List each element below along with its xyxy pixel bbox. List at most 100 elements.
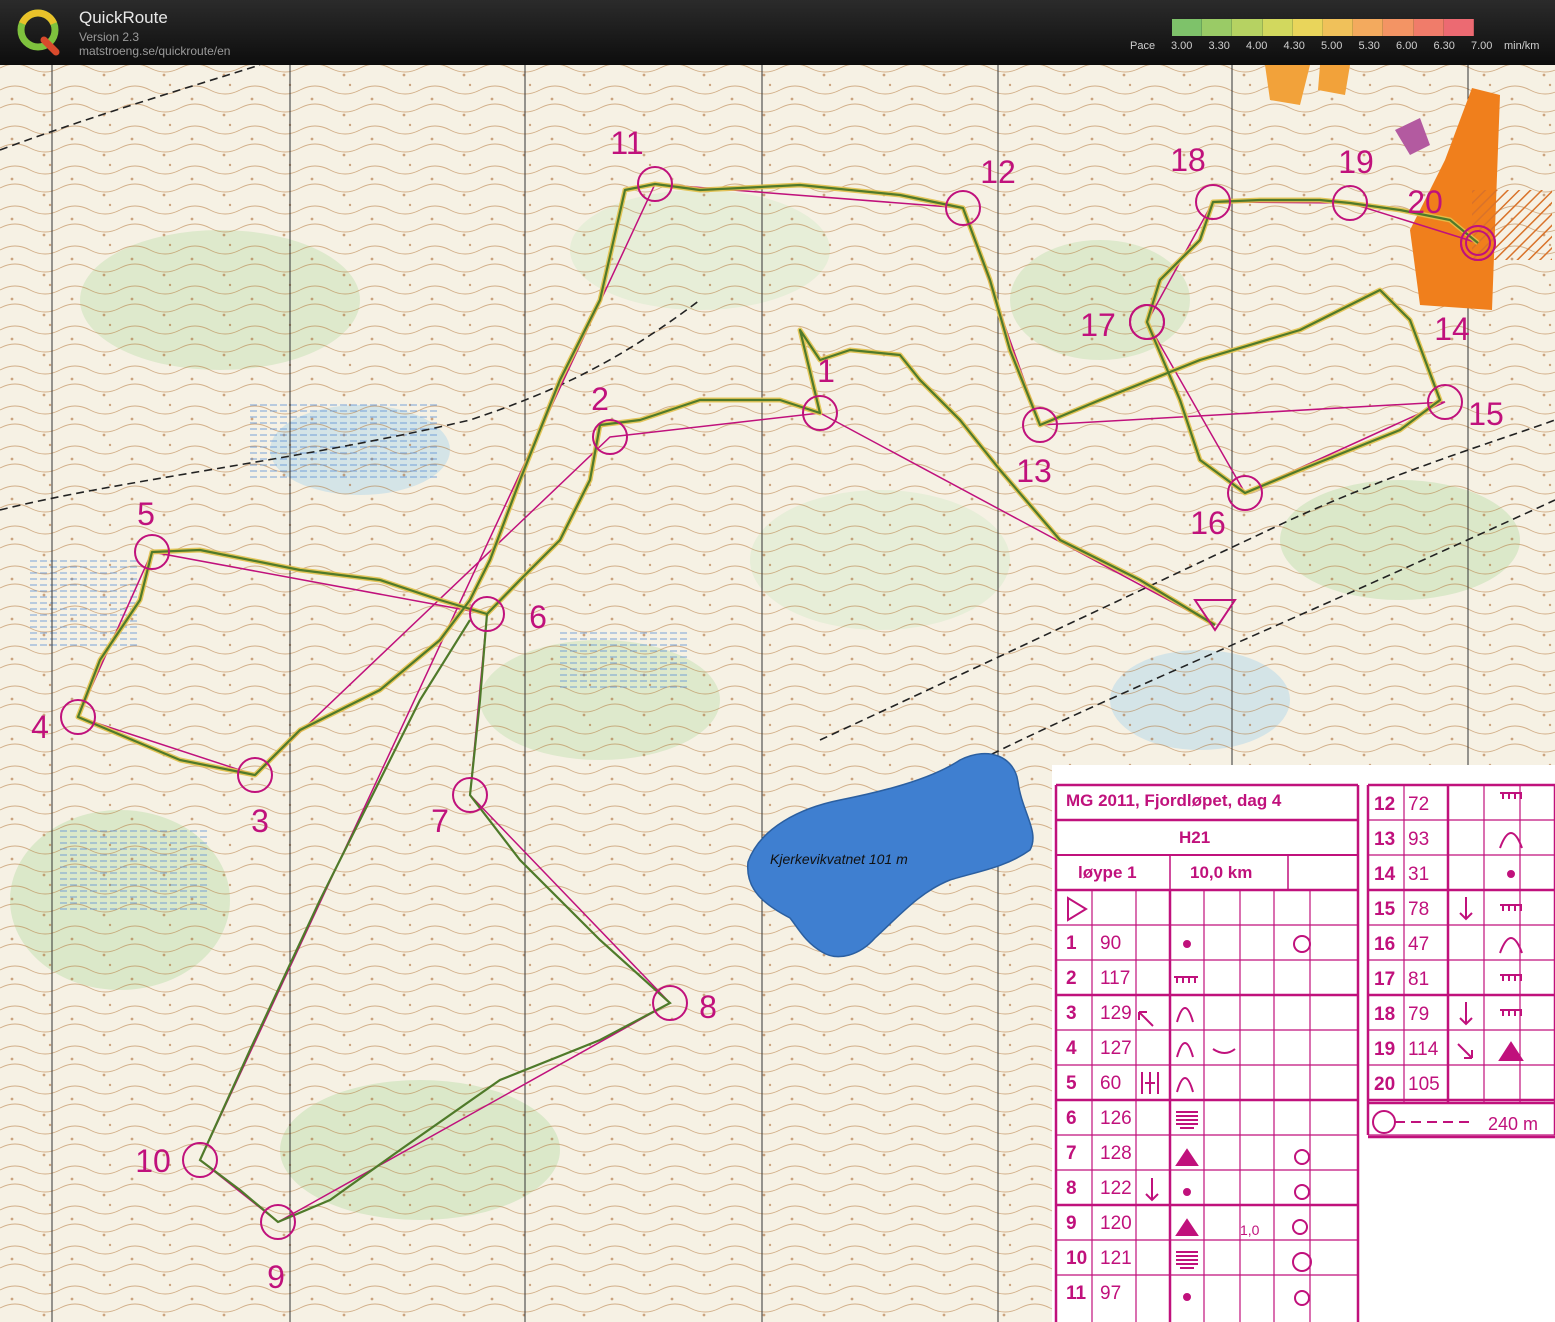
control-row-code: 97 <box>1100 1283 1121 1304</box>
control-row-number: 20 <box>1374 1074 1395 1095</box>
pace-color-swatch <box>1413 19 1444 36</box>
control-row-code: 47 <box>1408 934 1429 955</box>
right-description-rows: 12 72 13 93 14 31 15 78 16 47 17 81 18 79 19 114 20 105 <box>1374 794 1440 1095</box>
pace-color-swatch <box>1353 19 1384 36</box>
control-number: 12 <box>980 154 1016 190</box>
dimension-value: 1,0 <box>1240 1222 1260 1238</box>
control-row-number: 12 <box>1374 794 1395 815</box>
control-row-number: 1 <box>1066 933 1077 954</box>
pace-color-swatch <box>1172 19 1203 36</box>
control-row-code: 129 <box>1100 1003 1132 1024</box>
control-row-number: 15 <box>1374 899 1396 920</box>
control-number: 7 <box>431 803 449 839</box>
pace-tick: 5.00 <box>1321 40 1343 52</box>
pace-tick: 4.00 <box>1246 40 1268 52</box>
pace-color-swatch <box>1262 19 1293 36</box>
control-row-code: 127 <box>1100 1038 1132 1059</box>
app-name: QuickRoute <box>79 8 168 27</box>
control-number: 15 <box>1468 396 1504 432</box>
pace-prefix: Pace <box>1130 40 1156 52</box>
control-number: 20 <box>1407 184 1443 220</box>
control-row-code: 93 <box>1408 829 1429 850</box>
pace-scale-labels: Pace 3.00 3.30 4.00 4.30 5.00 5.30 6.00 … <box>1130 40 1539 52</box>
control-row-number: 16 <box>1374 934 1395 955</box>
control-number: 1 <box>817 353 835 389</box>
control-row-code: 79 <box>1408 1004 1429 1025</box>
pace-tick: 3.00 <box>1171 40 1193 52</box>
finish-distance: 240 m <box>1488 1114 1538 1134</box>
pace-color-swatch <box>1383 19 1414 36</box>
control-row-code: 114 <box>1408 1039 1439 1060</box>
pace-tick: 7.00 <box>1471 40 1493 52</box>
control-row-code: 128 <box>1100 1143 1132 1164</box>
control-row-number: 3 <box>1066 1003 1077 1024</box>
control-descriptions-sheet: MG 2011, Fjordløpet, dag 4 H21 løype 1 1… <box>1052 765 1555 1322</box>
control-row-code: 72 <box>1408 794 1429 815</box>
control-row-number: 7 <box>1066 1143 1077 1164</box>
app-url: matstroeng.se/quickroute/en <box>79 44 231 58</box>
control-row-number: 6 <box>1066 1108 1077 1129</box>
control-row-code: 90 <box>1100 933 1121 954</box>
pace-tick: 3.30 <box>1208 40 1230 52</box>
pace-tick: 6.00 <box>1396 40 1418 52</box>
pace-tick: 5.30 <box>1358 40 1380 52</box>
control-number: 10 <box>135 1143 171 1179</box>
control-row-number: 5 <box>1066 1073 1077 1094</box>
pace-color-swatch <box>1202 19 1233 36</box>
left-description-rows: 1 90 2 117 3 129 4 127 5 60 6 126 7 128 8 122 9 120 10 121 1… <box>1066 933 1132 1304</box>
control-number: 19 <box>1338 144 1374 180</box>
control-number: 8 <box>699 989 717 1025</box>
control-number: 13 <box>1016 453 1052 489</box>
event-title: MG 2011, Fjordløpet, dag 4 <box>1066 791 1282 810</box>
control-number: 9 <box>267 1259 285 1295</box>
pace-color-swatch <box>1232 19 1263 36</box>
control-row-code: 117 <box>1100 968 1130 989</box>
control-row-number: 10 <box>1066 1248 1087 1269</box>
control-number: 3 <box>251 803 269 839</box>
control-row-number: 19 <box>1374 1039 1395 1060</box>
control-row-code: 78 <box>1408 899 1429 920</box>
lake-label: Kjerkevikvatnet 101 m <box>770 851 908 867</box>
control-row-number: 17 <box>1374 969 1395 990</box>
control-row-code: 31 <box>1408 864 1429 885</box>
control-row-number: 13 <box>1374 829 1395 850</box>
control-row-code: 105 <box>1408 1074 1440 1095</box>
control-row-code: 126 <box>1100 1108 1132 1129</box>
control-number: 4 <box>31 709 49 745</box>
start-symbol-icon <box>1067 896 1088 922</box>
pace-color-scale <box>1172 19 1475 36</box>
finish-line-icon <box>1372 1110 1472 1134</box>
control-number: 5 <box>137 496 155 532</box>
course-length: 10,0 km <box>1190 863 1252 882</box>
control-row-code: 122 <box>1100 1178 1132 1199</box>
pace-color-swatch <box>1443 19 1475 36</box>
pace-color-swatch <box>1292 19 1324 36</box>
control-number: 2 <box>591 381 609 417</box>
pace-color-swatch <box>1323 19 1354 36</box>
pace-tick: 4.30 <box>1283 40 1305 52</box>
control-number: 18 <box>1170 142 1206 178</box>
control-number: 11 <box>610 125 643 161</box>
class-label: H21 <box>1179 828 1210 847</box>
pace-tick: 6.30 <box>1433 40 1455 52</box>
title-bar: QuickRoute Version 2.3 matstroeng.se/qui… <box>0 0 1555 65</box>
control-row-number: 2 <box>1066 968 1077 989</box>
control-row-code: 121 <box>1100 1248 1132 1269</box>
control-row-code: 81 <box>1408 969 1429 990</box>
control-row-number: 4 <box>1066 1038 1077 1059</box>
control-row-number: 14 <box>1374 864 1396 885</box>
quickroute-logo-icon <box>17 9 60 56</box>
control-row-number: 11 <box>1066 1283 1087 1304</box>
control-row-number: 18 <box>1374 1004 1395 1025</box>
control-number: 14 <box>1434 311 1470 347</box>
control-row-code: 60 <box>1100 1073 1121 1094</box>
control-number: 16 <box>1190 505 1226 541</box>
control-row-code: 120 <box>1100 1213 1132 1234</box>
control-number: 17 <box>1080 307 1116 343</box>
pace-unit: min/km <box>1504 40 1540 52</box>
app-version: Version 2.3 <box>79 30 140 44</box>
course-name: løype 1 <box>1078 863 1137 882</box>
control-row-number: 8 <box>1066 1178 1077 1199</box>
control-row-number: 9 <box>1066 1213 1077 1234</box>
control-number: 6 <box>529 599 547 635</box>
